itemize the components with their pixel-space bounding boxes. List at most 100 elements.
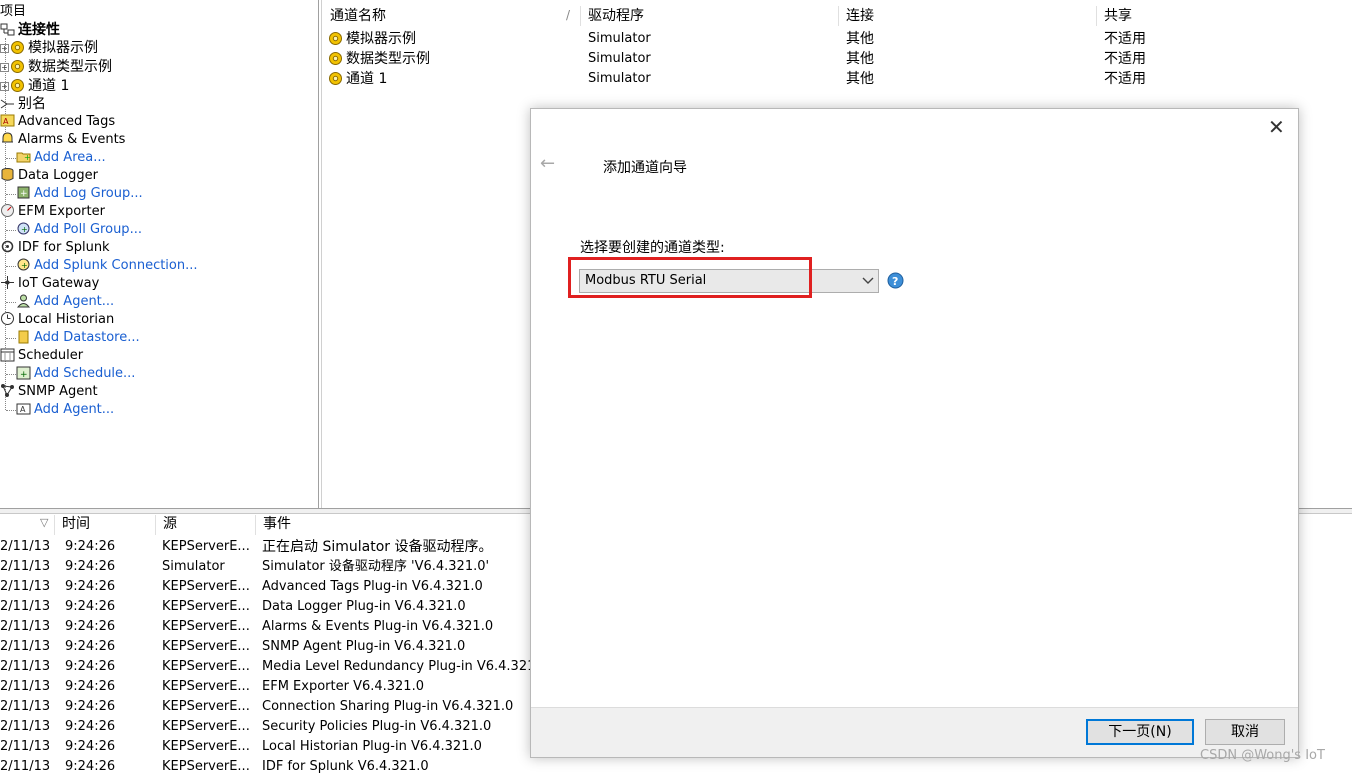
agent-add-icon: A [16, 403, 31, 415]
tree-action-add-poll-group[interactable]: + Add Poll Group... [16, 221, 142, 239]
column-header-driver[interactable]: 驱动程序 [588, 5, 644, 27]
close-icon[interactable]: ✕ [1268, 117, 1285, 137]
svg-text:?: ? [892, 275, 898, 288]
help-icon[interactable]: ? [887, 272, 904, 289]
log-header-source[interactable]: 源 [163, 514, 177, 535]
tree-plugin-alarms-events[interactable]: Alarms & Events [0, 131, 125, 149]
tree-plugin-scheduler[interactable]: Scheduler [0, 347, 83, 365]
svg-text:A: A [3, 117, 9, 126]
cell-driver: Simulator [588, 31, 651, 46]
expand-icon[interactable]: + [0, 63, 9, 72]
connection-add-icon: + [17, 258, 30, 271]
dialog-title: 添加通道向导 [603, 160, 687, 176]
column-header-channel-name[interactable]: 通道名称 [330, 5, 386, 27]
cell-shared: 不适用 [1104, 51, 1146, 67]
tree-plugin-snmp-agent[interactable]: SNMP Agent [0, 383, 98, 401]
gear-icon [11, 41, 24, 54]
tree-channel-item[interactable]: + 模拟器示例 [0, 39, 98, 57]
calendar-icon [0, 348, 15, 362]
datastore-add-icon [18, 330, 29, 344]
tree-action-label: Add Poll Group... [34, 222, 142, 237]
tree-connector [6, 266, 16, 267]
tree-connectivity-label: 连接性 [18, 22, 60, 38]
tree-connector [6, 338, 16, 339]
tree-connectivity[interactable]: 连接性 [0, 21, 60, 39]
tree-plugin-efm-exporter[interactable]: EFM Exporter [0, 203, 105, 221]
tree-plugin-advanced-tags[interactable]: A Advanced Tags [0, 113, 115, 131]
gear-icon [11, 60, 24, 73]
project-tree: 项目 连接性 + 模拟器示例 + 数据类型示例 + 通道 1 别名 A Adva… [0, 0, 319, 508]
column-divider[interactable] [255, 515, 256, 535]
svg-text:+: + [21, 225, 28, 234]
tree-action-add-schedule[interactable]: + Add Schedule... [16, 365, 135, 383]
cell-connection: 其他 [846, 51, 874, 67]
sort-icon: / [566, 8, 571, 22]
chevron-down-icon [862, 277, 874, 284]
tree-action-add-area[interactable]: + Add Area... [16, 149, 106, 167]
tree-plugin-idf-splunk[interactable]: IDF for Splunk [0, 239, 110, 257]
expand-icon[interactable]: + [0, 82, 9, 91]
cell-channel-name: 通道 1 [346, 71, 388, 87]
watermark: CSDN @Wong's IoT [1200, 748, 1325, 763]
tree-plugin-local-historian[interactable]: Local Historian [0, 311, 114, 329]
tree-connector [6, 230, 16, 231]
tree-plugin-label: EFM Exporter [18, 204, 105, 219]
log-group-add-icon: + [17, 186, 30, 199]
tree-plugin-label: Scheduler [18, 348, 84, 363]
tree-aliases[interactable]: 别名 [0, 95, 46, 113]
tree-plugin-label: IoT Gateway [18, 276, 100, 291]
tree-channel-label: 模拟器示例 [28, 40, 98, 56]
log-header-event[interactable]: 事件 [263, 514, 291, 535]
column-divider[interactable] [838, 6, 839, 26]
tree-plugin-label: Local Historian [18, 312, 115, 327]
snmp-icon [1, 384, 14, 397]
svg-text:A: A [20, 405, 26, 414]
filter-icon[interactable]: ▽ [40, 516, 48, 529]
column-divider[interactable] [580, 6, 581, 26]
splunk-icon [1, 240, 14, 253]
tree-action-label: Add Splunk Connection... [34, 258, 198, 273]
dialog-footer: 下一页(N) 取消 [531, 707, 1298, 757]
column-divider[interactable] [54, 515, 55, 535]
tree-plugin-iot-gateway[interactable]: IoT Gateway [0, 275, 99, 293]
tree-channel-item[interactable]: + 通道 1 [0, 77, 69, 95]
poll-group-add-icon: + [17, 222, 30, 235]
tree-channel-item[interactable]: + 数据类型示例 [0, 58, 112, 76]
cell-driver: Simulator [588, 51, 651, 66]
cell-channel-name: 模拟器示例 [346, 31, 416, 47]
gauge-icon [1, 204, 14, 217]
table-row[interactable]: 模拟器示例 Simulator 其他 不适用 [322, 29, 1352, 49]
back-arrow-icon[interactable]: ← [540, 153, 555, 174]
tree-root[interactable]: 项目 [0, 3, 26, 21]
tree-action-add-splunk-connection[interactable]: + Add Splunk Connection... [16, 257, 198, 275]
svg-text:+: + [21, 261, 28, 270]
tree-connector [6, 410, 16, 411]
expand-icon[interactable]: + [0, 44, 9, 53]
database-icon [1, 168, 14, 181]
tree-action-add-datastore[interactable]: Add Datastore... [16, 329, 140, 347]
column-header-shared[interactable]: 共享 [1104, 5, 1132, 27]
log-header-time[interactable]: 时间 [62, 514, 90, 535]
add-channel-wizard-dialog: ✕ ← 添加通道向导 选择要创建的通道类型: Modbus RTU Serial… [530, 108, 1299, 758]
cancel-button[interactable]: 取消 [1205, 719, 1285, 745]
tree-action-add-iot-agent[interactable]: Add Agent... [16, 293, 114, 311]
table-row[interactable]: 数据类型示例 Simulator 其他 不适用 [322, 49, 1352, 69]
next-button[interactable]: 下一页(N) [1086, 719, 1194, 745]
tree-plugin-data-logger[interactable]: Data Logger [0, 167, 98, 185]
svg-text:+: + [24, 153, 31, 162]
gear-icon [11, 79, 24, 92]
table-row[interactable]: 通道 1 Simulator 其他 不适用 [322, 69, 1352, 89]
column-divider[interactable] [1096, 6, 1097, 26]
cell-shared: 不适用 [1104, 71, 1146, 87]
tree-action-add-log-group[interactable]: + Add Log Group... [16, 185, 143, 203]
tree-action-label: Add Agent... [34, 294, 115, 309]
column-header-connection[interactable]: 连接 [846, 5, 874, 27]
tree-plugin-label: IDF for Splunk [18, 240, 110, 255]
tree-connector [6, 158, 16, 159]
tree-root-label: 项目 [0, 4, 27, 19]
column-divider[interactable] [155, 515, 156, 535]
agent-add-icon [16, 294, 31, 308]
iot-gateway-icon [1, 276, 14, 289]
bell-icon [2, 132, 13, 143]
tree-action-add-snmp-agent[interactable]: A Add Agent... [16, 401, 114, 419]
